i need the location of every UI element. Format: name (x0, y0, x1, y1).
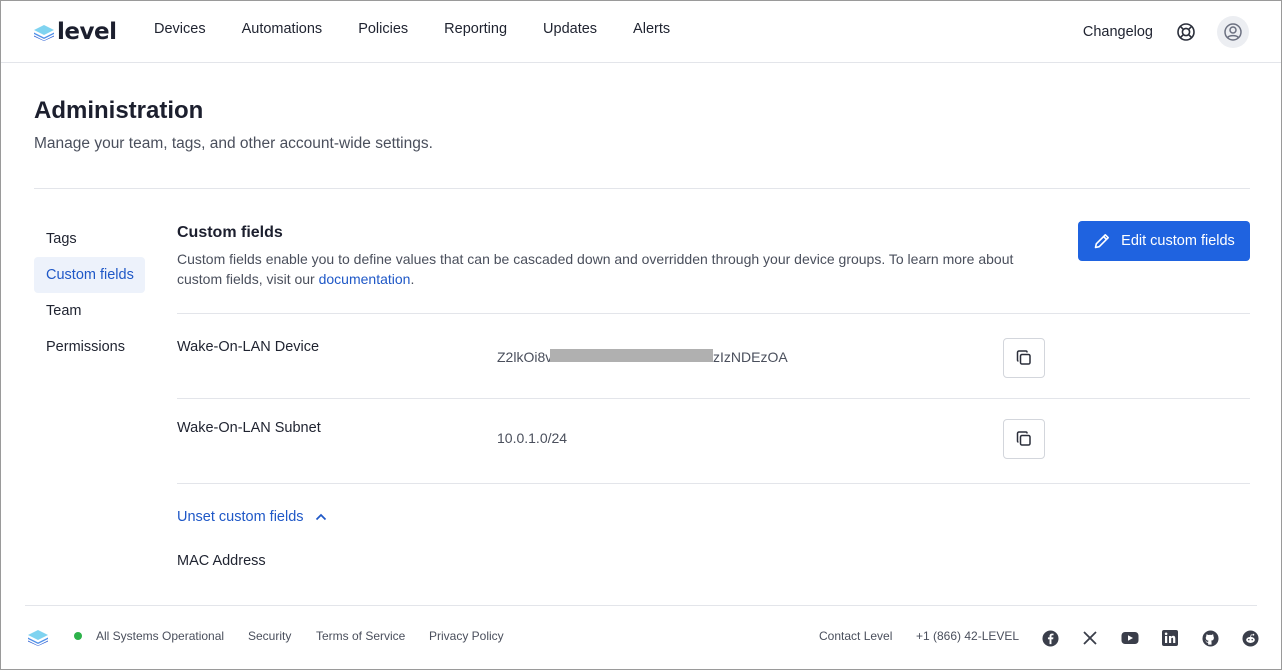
facebook-icon[interactable] (1041, 629, 1059, 647)
side-item-permissions[interactable]: Permissions (34, 329, 145, 365)
reddit-icon[interactable] (1241, 629, 1259, 647)
chevron-up-icon (315, 513, 326, 521)
settings-side-menu: Tags Custom fields Team Permissions (34, 221, 145, 365)
nav-item-reporting[interactable]: Reporting (444, 21, 507, 37)
copy-button-wol-subnet[interactable] (1003, 419, 1045, 459)
field-value-suffix: zIzNDEzOA (713, 349, 788, 365)
footer-link-privacy[interactable]: Privacy Policy (429, 629, 504, 643)
side-item-team[interactable]: Team (34, 293, 145, 329)
side-item-tags[interactable]: Tags (34, 221, 145, 257)
footer-logo-icon[interactable] (26, 628, 50, 651)
nav-item-devices[interactable]: Devices (154, 21, 206, 37)
side-item-custom-fields[interactable]: Custom fields (34, 257, 145, 293)
field-name-wol-device: Wake-On-LAN Device (177, 339, 320, 355)
brand-name: level (57, 19, 117, 45)
linkedin-icon[interactable] (1161, 629, 1179, 647)
nav-item-automations[interactable]: Automations (242, 21, 323, 37)
description-text: Custom fields enable you to define value… (177, 251, 1014, 287)
field-name-wol-subnet: Wake-On-LAN Subnet (177, 420, 321, 436)
footer: All Systems Operational Security Terms o… (1, 621, 1281, 653)
level-logo-icon (34, 25, 54, 41)
x-icon[interactable] (1081, 629, 1099, 647)
github-icon[interactable] (1201, 629, 1219, 647)
status-ok-icon (74, 632, 82, 640)
changelog-link[interactable]: Changelog (1083, 24, 1153, 40)
level-logo[interactable]: level (33, 19, 117, 45)
footer-link-terms[interactable]: Terms of Service (316, 629, 405, 643)
help-lifebuoy-icon[interactable] (1175, 21, 1197, 43)
unset-toggle-label: Unset custom fields (177, 509, 304, 525)
description-end: . (410, 271, 415, 287)
documentation-link[interactable]: documentation (319, 271, 411, 287)
nav-item-updates[interactable]: Updates (543, 21, 597, 37)
footer-phone[interactable]: +1 (866) 42-LEVEL (916, 629, 1019, 643)
page-subtitle: Manage your team, tags, and other accoun… (34, 135, 433, 152)
copy-icon (1016, 431, 1031, 446)
unset-custom-fields-toggle[interactable]: Unset custom fields (177, 509, 328, 525)
footer-link-security[interactable]: Security (248, 629, 291, 643)
system-status-link[interactable]: All Systems Operational (96, 629, 224, 643)
nav-item-policies[interactable]: Policies (358, 21, 408, 37)
row-divider (177, 313, 1250, 314)
copy-button-wol-device[interactable] (1003, 338, 1045, 378)
user-avatar[interactable] (1217, 16, 1249, 48)
top-navbar: level Devices Automations Policies Repor… (1, 1, 1281, 63)
nav-right: Changelog (1083, 16, 1249, 48)
row-divider (177, 398, 1250, 399)
edit-custom-fields-button[interactable]: Edit custom fields (1078, 221, 1250, 261)
row-divider (177, 483, 1250, 484)
nav-item-alerts[interactable]: Alerts (633, 21, 670, 37)
field-value-prefix: Z2lkOi8v (497, 349, 553, 365)
section-title: Custom fields (177, 224, 283, 241)
copy-icon (1016, 350, 1031, 365)
footer-divider (25, 605, 1257, 606)
unset-field-mac-address: MAC Address (177, 553, 266, 569)
user-icon (1224, 23, 1242, 41)
page-title: Administration (34, 97, 204, 124)
section-description: Custom fields enable you to define value… (177, 249, 1057, 289)
pencil-icon (1094, 234, 1110, 249)
youtube-icon[interactable] (1121, 629, 1139, 647)
edit-button-label: Edit custom fields (1121, 233, 1235, 249)
footer-contact-link[interactable]: Contact Level (819, 629, 892, 643)
field-value-wol-subnet: 10.0.1.0/24 (497, 430, 568, 446)
header-divider (34, 188, 1250, 189)
main-nav: Devices Automations Policies Reporting U… (154, 21, 706, 37)
redacted-value-bar (550, 349, 713, 362)
